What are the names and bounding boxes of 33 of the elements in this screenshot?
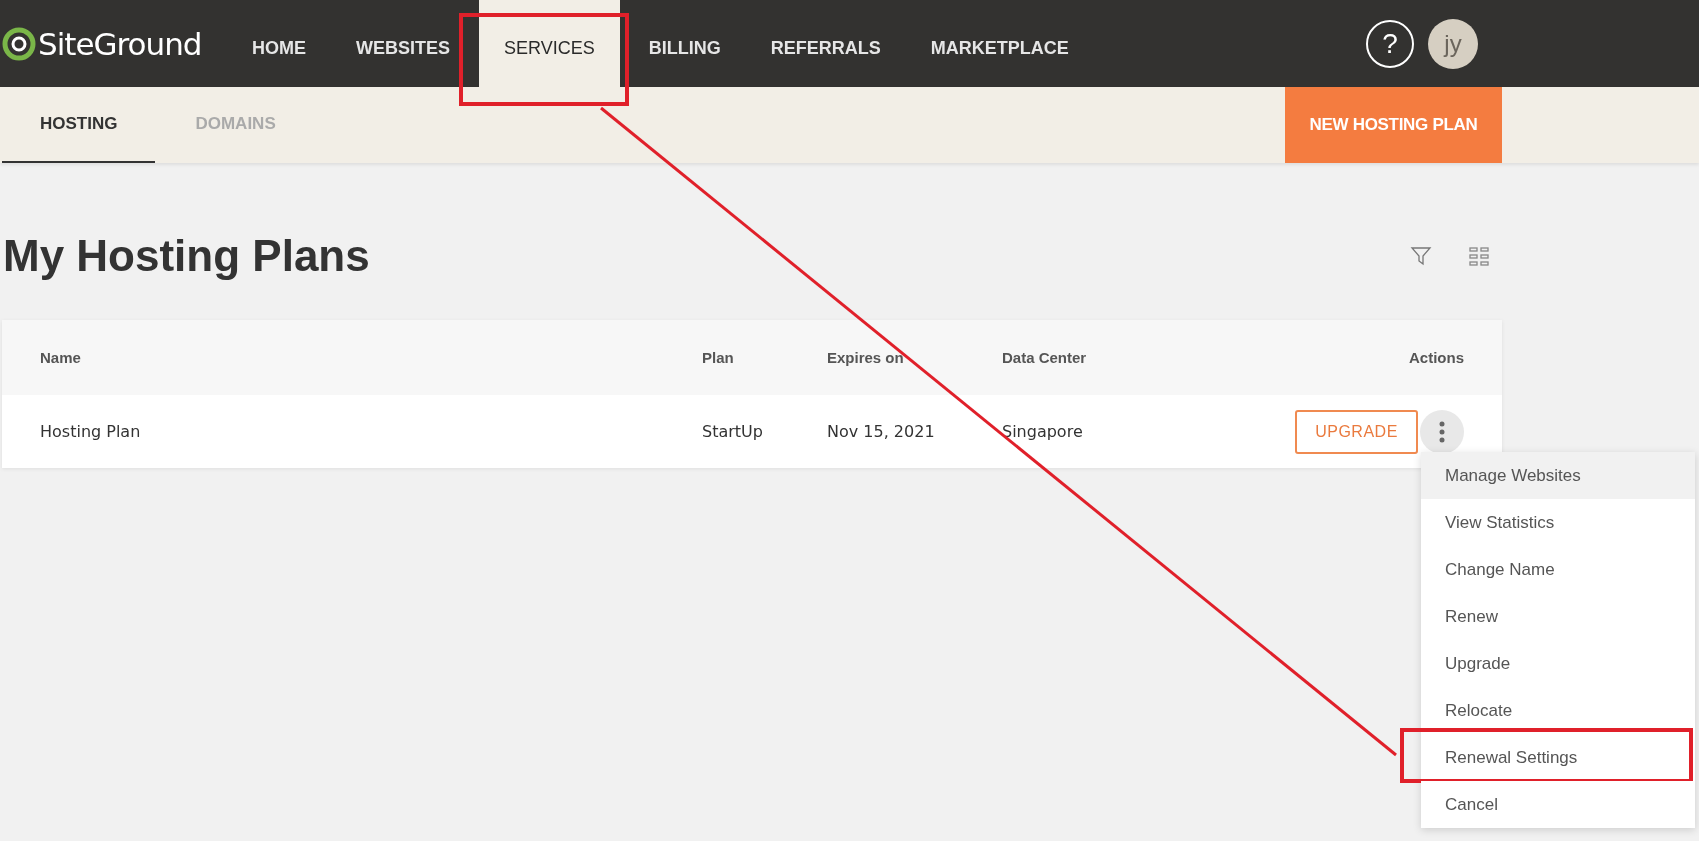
sub-tab[interactable]: HOSTING	[2, 87, 156, 163]
column-header: Expires on	[827, 349, 905, 366]
menu-item[interactable]: Upgrade	[1421, 640, 1695, 687]
menu-item[interactable]: Manage Websites	[1421, 452, 1695, 499]
menu-item[interactable]: Relocate	[1421, 687, 1695, 734]
more-options-button[interactable]	[1420, 409, 1464, 454]
help-button[interactable]: ?	[1366, 19, 1414, 68]
column-header: Data Center	[1002, 349, 1088, 366]
column-header: Name	[40, 349, 82, 366]
nav-tab[interactable]: HOME	[227, 0, 331, 87]
nav-tab[interactable]: WEBSITES	[331, 0, 475, 87]
column-header: Actions	[1409, 349, 1464, 366]
nav-tab[interactable]: REFERRALS	[745, 0, 906, 87]
nav-tab[interactable]: BILLING	[623, 0, 746, 87]
table-cell-text: Nov 15, 2021	[827, 422, 936, 441]
user-avatar[interactable]: jy	[1428, 18, 1478, 69]
grid-view-icon[interactable]	[1468, 244, 1490, 267]
menu-item[interactable]: Change Name	[1421, 546, 1695, 593]
page-title: My Hosting Plans	[3, 230, 370, 281]
table-cell-text: StartUp	[702, 422, 764, 441]
table-cell-text: Hosting Plan	[40, 422, 142, 441]
logo-text: SiteGround	[38, 25, 202, 62]
filter-icon[interactable]	[1410, 244, 1432, 267]
nav-tab[interactable]: MARKETPLACE	[905, 0, 1094, 87]
menu-item[interactable]: Renewal Settings	[1421, 734, 1695, 781]
menu-item[interactable]: Cancel	[1421, 781, 1695, 828]
swirl-logo-icon	[2, 26, 36, 61]
nav-tab[interactable]: SERVICES	[479, 0, 620, 87]
menu-item[interactable]: View Statistics	[1421, 499, 1695, 546]
table-cell-text: Singapore	[1002, 422, 1084, 441]
column-header: Plan	[702, 349, 735, 366]
menu-item[interactable]: Renew	[1421, 593, 1695, 640]
vertical-dots-icon	[1439, 420, 1445, 443]
